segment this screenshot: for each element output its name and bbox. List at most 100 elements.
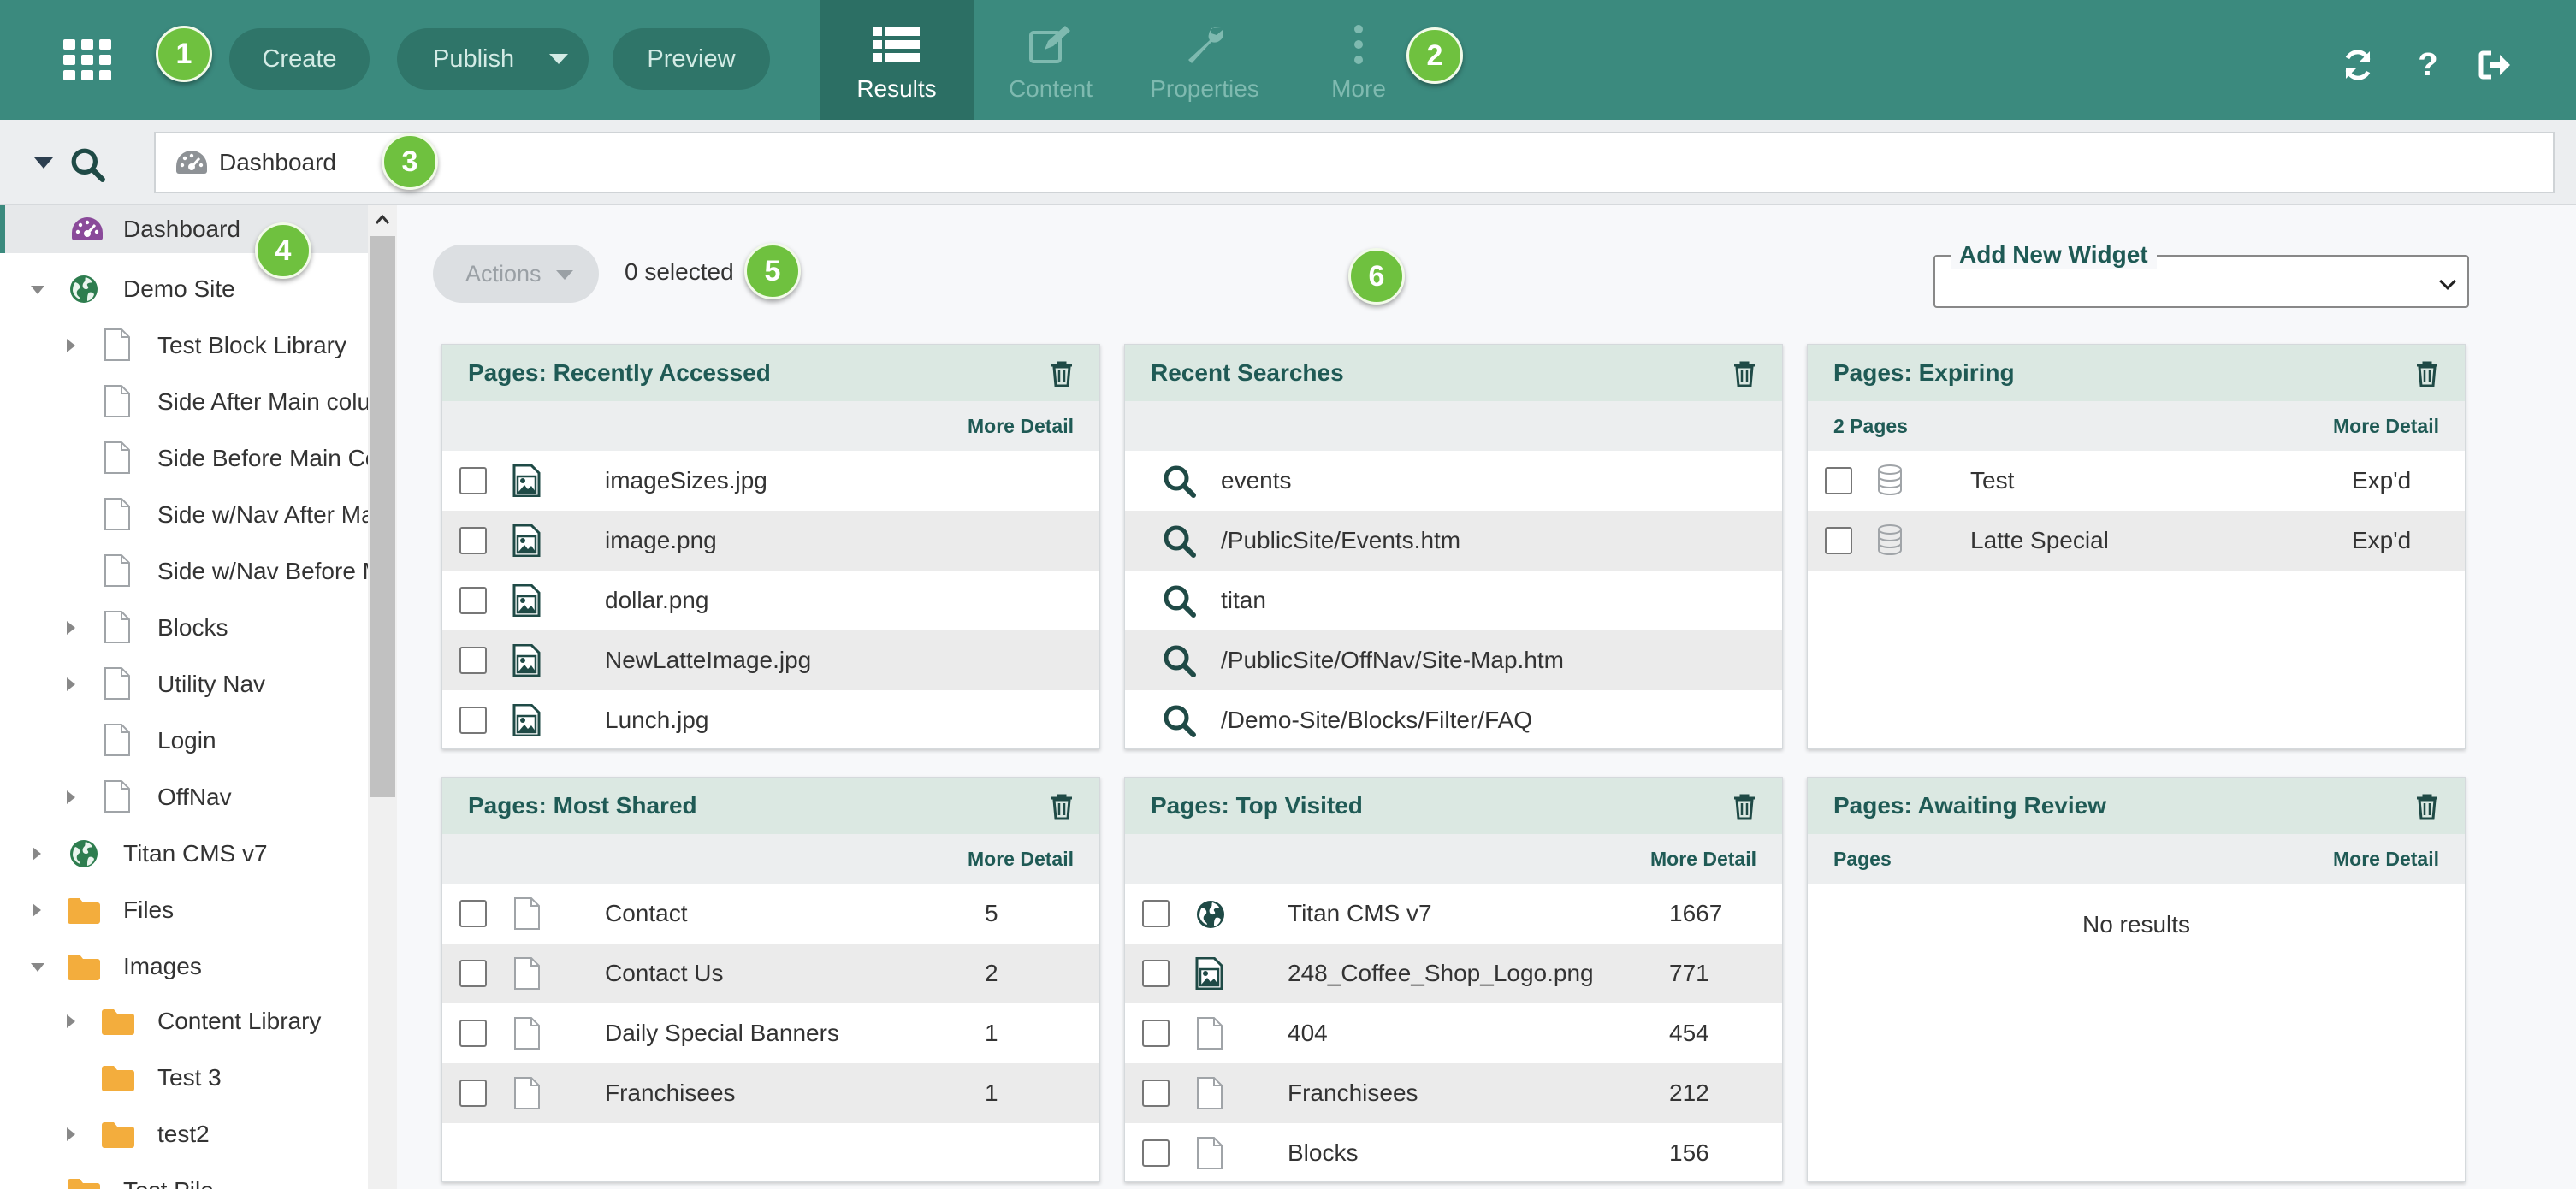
table-row[interactable]: Lunch.jpg	[442, 690, 1099, 749]
table-row[interactable]: Franchisees 212	[1125, 1063, 1782, 1123]
trash-icon[interactable]	[1732, 793, 1756, 820]
table-row[interactable]: Daily Special Banners 1	[442, 1003, 1099, 1063]
search-icon[interactable]	[70, 147, 106, 183]
row-checkbox[interactable]	[459, 467, 487, 494]
trash-icon[interactable]	[2415, 360, 2439, 387]
search-term[interactable]: /PublicSite/OffNav/Site-Map.htm	[1221, 647, 1564, 674]
sidebar-item-titan-cms[interactable]: Titan CMS v7	[0, 830, 368, 878]
row-checkbox[interactable]	[1142, 1080, 1170, 1107]
trash-icon[interactable]	[1050, 360, 1074, 387]
trash-icon[interactable]	[1732, 360, 1756, 387]
row-checkbox[interactable]	[459, 527, 487, 554]
row-checkbox[interactable]	[459, 647, 487, 674]
row-name[interactable]: Contact Us	[605, 960, 724, 987]
expand-arrow-icon[interactable]	[67, 677, 75, 691]
row-name[interactable]: Daily Special Banners	[605, 1020, 839, 1047]
sidebar-item-utility-nav[interactable]: Utility Nav	[0, 660, 368, 708]
table-row[interactable]: dollar.png	[442, 571, 1099, 630]
table-row[interactable]: Titan CMS v7 1667	[1125, 884, 1782, 944]
preview-button[interactable]: Preview	[613, 28, 770, 90]
tab-content[interactable]: Content	[974, 0, 1128, 120]
expand-arrow-icon[interactable]	[67, 339, 75, 352]
row-checkbox[interactable]	[459, 707, 487, 734]
row-name[interactable]: Titan CMS v7	[1288, 900, 1432, 927]
publish-button[interactable]: Publish	[397, 28, 589, 90]
table-row[interactable]: Contact 5	[442, 884, 1099, 944]
row-name[interactable]: Contact	[605, 900, 688, 927]
apps-grid-icon[interactable]	[63, 39, 111, 80]
row-checkbox[interactable]	[1142, 1139, 1170, 1167]
sidebar-item-content-library[interactable]: Content Library	[0, 997, 368, 1045]
sidebar-item-test-3[interactable]: Test 3	[0, 1054, 368, 1102]
row-name[interactable]: 248_Coffee_Shop_Logo.png	[1288, 960, 1594, 987]
table-row[interactable]: Franchisees 1	[442, 1063, 1099, 1123]
row-name[interactable]: Lunch.jpg	[605, 707, 708, 734]
actions-button[interactable]: Actions	[433, 245, 599, 303]
table-row[interactable]: NewLatteImage.jpg	[442, 630, 1099, 690]
row-checkbox[interactable]	[459, 960, 487, 987]
row-name[interactable]: image.png	[605, 527, 717, 554]
expand-arrow-icon[interactable]	[33, 903, 41, 917]
list-item[interactable]: /Demo-Site/Blocks/Filter/FAQ	[1125, 690, 1782, 749]
table-row[interactable]: Test Exp'd	[1808, 451, 2465, 511]
create-button[interactable]: Create	[229, 28, 370, 90]
sidebar-item-side-before-main[interactable]: Side Before Main Column	[0, 435, 396, 482]
table-row[interactable]: imageSizes.jpg	[442, 451, 1099, 511]
row-name[interactable]: Test	[1970, 467, 2014, 494]
table-row[interactable]: 404 454	[1125, 1003, 1782, 1063]
list-item[interactable]: /PublicSite/OffNav/Site-Map.htm	[1125, 630, 1782, 690]
row-checkbox[interactable]	[459, 900, 487, 927]
collapse-arrow-icon[interactable]	[31, 286, 44, 294]
expand-arrow-icon[interactable]	[67, 1127, 75, 1141]
row-name[interactable]: Latte Special	[1970, 527, 2109, 554]
expand-arrow-icon[interactable]	[67, 790, 75, 804]
row-checkbox[interactable]	[1142, 960, 1170, 987]
search-term[interactable]: titan	[1221, 587, 1266, 614]
sidebar-item-login[interactable]: Login	[0, 717, 368, 765]
sidebar-scrollbar-thumb[interactable]	[370, 236, 395, 797]
expand-arrow-icon[interactable]	[67, 1014, 75, 1028]
row-name[interactable]: dollar.png	[605, 587, 708, 614]
tab-properties[interactable]: Properties	[1128, 0, 1282, 120]
sidebar-item-test2[interactable]: test2	[0, 1110, 368, 1158]
search-term[interactable]: /Demo-Site/Blocks/Filter/FAQ	[1221, 707, 1532, 734]
publish-dropdown-icon[interactable]	[549, 54, 568, 64]
sidebar-item-side-nav-after-main[interactable]: Side w/Nav After Main	[0, 491, 393, 539]
sidebar-item-side-nav-before-main[interactable]: Side w/Nav Before Main	[0, 547, 396, 595]
logout-icon[interactable]	[2478, 48, 2512, 82]
row-checkbox[interactable]	[1142, 900, 1170, 927]
sidebar-item-demo-site[interactable]: Demo Site	[0, 265, 368, 313]
sidebar-item-dashboard[interactable]: Dashboard	[0, 205, 368, 253]
sidebar-item-images[interactable]: Images	[0, 943, 368, 991]
row-checkbox[interactable]	[1825, 527, 1852, 554]
table-row[interactable]: 248_Coffee_Shop_Logo.png 771	[1125, 944, 1782, 1003]
more-detail-link[interactable]: More Detail	[968, 848, 1074, 871]
sidebar-item-files[interactable]: Files	[0, 886, 368, 934]
list-item[interactable]: events	[1125, 451, 1782, 511]
table-row[interactable]: Latte Special Exp'd	[1808, 511, 2465, 571]
row-name[interactable]: Franchisees	[1288, 1080, 1418, 1107]
more-detail-link[interactable]: More Detail	[1650, 848, 1756, 871]
breadcrumb[interactable]: Dashboard	[154, 132, 2555, 193]
list-item[interactable]: titan	[1125, 571, 1782, 630]
row-name[interactable]: Franchisees	[605, 1080, 736, 1107]
row-checkbox[interactable]	[459, 1020, 487, 1047]
table-row[interactable]: image.png	[442, 511, 1099, 571]
more-detail-link[interactable]: More Detail	[2333, 848, 2439, 871]
more-detail-link[interactable]: More Detail	[2333, 415, 2439, 438]
row-name[interactable]: imageSizes.jpg	[605, 467, 767, 494]
sidebar-item-test-block-library[interactable]: Test Block Library	[0, 322, 368, 370]
row-checkbox[interactable]	[459, 587, 487, 614]
expand-arrow-icon[interactable]	[33, 847, 41, 861]
sidebar-item-side-after-main[interactable]: Side After Main column	[0, 378, 396, 426]
collapse-arrow-icon[interactable]	[31, 963, 44, 972]
tab-results[interactable]: Results	[820, 0, 974, 120]
sidebar-item-test-pile[interactable]: Test Pile	[0, 1167, 368, 1189]
table-row[interactable]: Contact Us 2	[442, 944, 1099, 1003]
row-checkbox[interactable]	[1825, 467, 1852, 494]
row-name[interactable]: 404	[1288, 1020, 1328, 1047]
row-checkbox[interactable]	[459, 1080, 487, 1107]
refresh-icon[interactable]	[2341, 48, 2375, 82]
scroll-up-icon[interactable]	[373, 210, 392, 229]
trash-icon[interactable]	[2415, 793, 2439, 820]
